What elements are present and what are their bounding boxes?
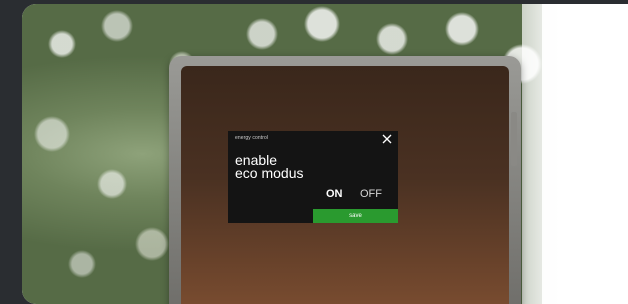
device-side-button [511,112,517,166]
dialog-title: energy control [235,135,269,141]
eco-mode-headline: enable eco modus [235,152,304,181]
energy-control-dialog: energy control enable eco modus ON OFF s… [228,131,398,223]
close-icon-glyph [382,134,392,144]
bright-window-area [522,4,628,304]
close-icon[interactable] [381,132,393,144]
toggle-off-option[interactable]: OFF [360,188,382,200]
save-button[interactable]: save [313,209,398,223]
toggle-on-option[interactable]: ON [326,188,343,200]
